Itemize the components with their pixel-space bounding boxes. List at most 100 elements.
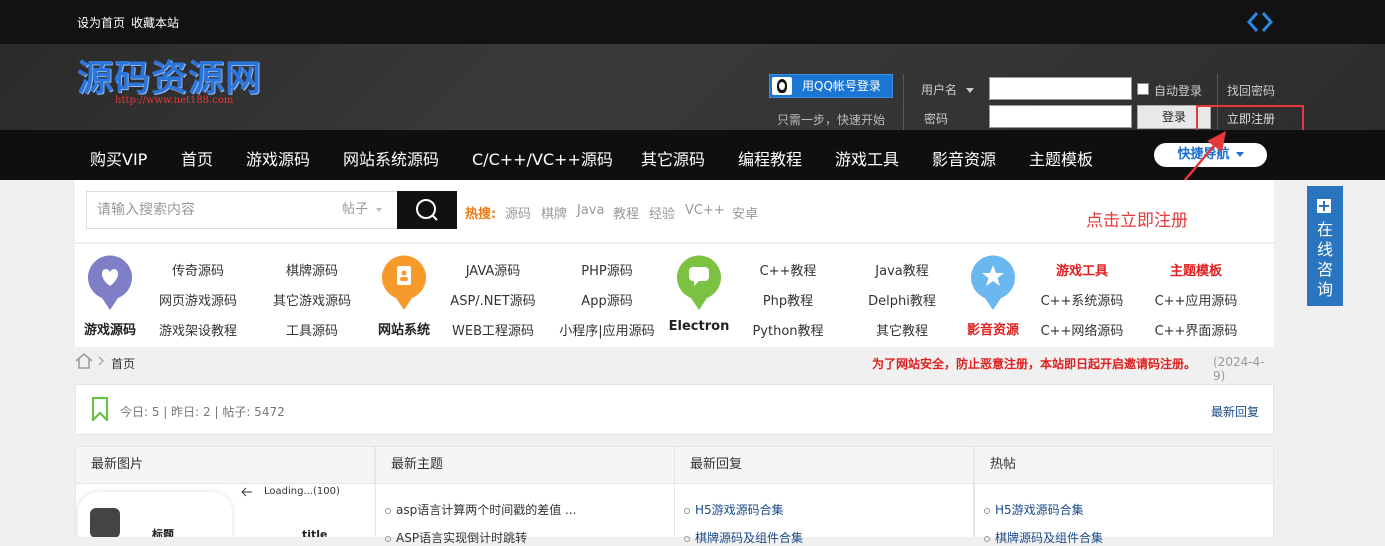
online-consult-button[interactable]: 在线咨询: [1307, 186, 1343, 306]
shirt-icon: [90, 508, 120, 537]
online-consult-label: 在线咨询: [1316, 220, 1333, 299]
column-header-latest-replies: 最新回复: [674, 446, 974, 484]
heart-icon[interactable]: [87, 254, 133, 310]
nav-item-game-source[interactable]: 游戏源码: [246, 146, 310, 170]
category-link[interactable]: ASP/.NET源码: [438, 290, 548, 309]
category-link[interactable]: 游戏架设教程: [143, 320, 253, 339]
username-label[interactable]: 用户名: [921, 81, 974, 98]
list-item[interactable]: H5游戏源码合集: [984, 501, 1084, 518]
category-link[interactable]: JAVA源码: [438, 260, 548, 279]
logo-url: http://www.net188.com: [115, 95, 234, 106]
thumbnail-title: 标题: [152, 528, 174, 537]
column-latest-images: 标题 Loading...(100) title: [75, 484, 376, 537]
nav-item-themes[interactable]: 主题模板: [1029, 146, 1093, 170]
column-header-latest-topics: 最新主题: [375, 446, 675, 484]
thumbnail-card: 标题: [78, 492, 232, 537]
category-link[interactable]: App源码: [552, 290, 662, 309]
hot-word[interactable]: 安卓: [732, 203, 758, 222]
nav-item-website-source[interactable]: 网站系统源码: [343, 146, 439, 170]
site-logo[interactable]: 源码资源网: [77, 49, 262, 101]
category-link[interactable]: Python教程: [733, 320, 843, 339]
chevron-right-icon: [98, 356, 104, 366]
category-panel: 游戏源码 传奇源码 棋牌源码 网页游戏源码 其它游戏源码 游戏架设教程 工具源码…: [75, 243, 1274, 347]
category-link[interactable]: C++教程: [733, 260, 843, 279]
category-link[interactable]: 棋牌源码: [257, 260, 367, 279]
search-input[interactable]: 请输入搜索内容 帖子: [86, 191, 398, 229]
category-link[interactable]: Delphi教程: [847, 290, 957, 309]
header: 源码资源网 http://www.net188.com 用QQ帐号登录 只需一步…: [0, 44, 1385, 138]
breadcrumb: 首页 为了网站安全，防止恶意注册，本站即日起开启邀请码注册。 (2024-4-9…: [75, 350, 1274, 383]
remember-label: 自动登录: [1154, 84, 1203, 98]
qq-login-button[interactable]: 用QQ帐号登录: [769, 74, 893, 98]
hot-word[interactable]: 源码: [505, 203, 531, 222]
qq-icon: [772, 77, 792, 95]
find-password-link[interactable]: 找回密码: [1227, 82, 1275, 99]
latest-image-thumbnail[interactable]: 标题 Loading...(100) title: [76, 484, 376, 537]
bookmark-icon: [91, 397, 109, 421]
chevron-down-icon: [965, 88, 974, 93]
column-hot-posts: H5游戏源码合集 棋牌源码及组件合集: [974, 484, 1274, 545]
nav-item-vip[interactable]: 购买VIP: [90, 146, 147, 170]
category-link[interactable]: 工具源码: [257, 320, 367, 339]
category-link[interactable]: 小程序|应用源码: [552, 320, 662, 339]
category-link[interactable]: C++网络源码: [1027, 320, 1137, 339]
category-media[interactable]: 影音资源: [958, 319, 1028, 338]
star-icon[interactable]: [970, 254, 1016, 310]
forum-stats: 今日: 5 | 昨日: 2 | 帖子: 5472: [120, 405, 285, 419]
code-brackets-icon[interactable]: [1246, 8, 1274, 36]
category-link[interactable]: WEB工程源码: [438, 320, 548, 339]
search-type-select[interactable]: 帖子: [342, 192, 398, 228]
category-game-source[interactable]: 游戏源码: [75, 319, 145, 338]
hot-word[interactable]: Java: [577, 203, 604, 218]
breadcrumb-home[interactable]: 首页: [111, 355, 135, 372]
category-link[interactable]: 主题模板: [1141, 260, 1251, 279]
category-link[interactable]: C++应用源码: [1141, 290, 1251, 309]
stats-panel: 今日: 5 | 昨日: 2 | 帖子: 5472 最新回复: [75, 384, 1274, 435]
nav-item-game-tools[interactable]: 游戏工具: [835, 146, 899, 170]
category-link[interactable]: 传奇源码: [143, 260, 253, 279]
latest-reply-link[interactable]: 最新回复: [1211, 403, 1259, 420]
category-link[interactable]: PHP源码: [552, 260, 662, 279]
plus-icon: [1317, 199, 1331, 213]
remember-checkbox[interactable]: [1137, 83, 1149, 95]
category-link[interactable]: C++系统源码: [1027, 290, 1137, 309]
list-item[interactable]: 棋牌源码及组件合集: [984, 529, 1103, 546]
set-home-link[interactable]: 设为首页: [77, 16, 125, 30]
nav-item-cpp-source[interactable]: C/C++/VC++源码: [472, 146, 613, 170]
hot-word[interactable]: 棋牌: [541, 203, 567, 222]
chat-icon[interactable]: [676, 254, 722, 310]
category-link[interactable]: 其它游戏源码: [257, 290, 367, 309]
hot-search-label: 热搜:: [465, 207, 497, 222]
nav-item-home[interactable]: 首页: [181, 146, 213, 170]
category-link[interactable]: Java教程: [847, 260, 957, 279]
bookmark-link[interactable]: 收藏本站: [131, 16, 179, 30]
column-header-hot-posts: 热帖: [974, 446, 1274, 484]
category-link[interactable]: 游戏工具: [1027, 260, 1137, 279]
hot-word[interactable]: VC++: [685, 203, 725, 218]
nav-item-tutorials[interactable]: 编程教程: [738, 146, 802, 170]
list-item[interactable]: ASP语言实现倒计时跳转: [385, 529, 527, 546]
list-item[interactable]: 棋牌源码及组件合集: [684, 529, 803, 546]
hot-word[interactable]: 教程: [613, 203, 639, 222]
nav-item-other-source[interactable]: 其它源码: [641, 146, 705, 170]
notice-text[interactable]: 为了网站安全，防止恶意注册，本站即日起开启邀请码注册。: [872, 355, 1196, 372]
qq-login-label: 用QQ帐号登录: [802, 79, 881, 93]
list-item[interactable]: H5游戏源码合集: [684, 501, 784, 518]
search-button[interactable]: [397, 191, 457, 229]
column-header-latest-images: 最新图片: [75, 446, 375, 484]
notice-date: (2024-4-9): [1213, 355, 1265, 383]
hot-word[interactable]: 经验: [649, 203, 675, 222]
category-website-system[interactable]: 网站系统: [369, 319, 439, 338]
password-input[interactable]: [989, 105, 1132, 128]
username-input[interactable]: [989, 77, 1132, 100]
category-electron[interactable]: Electron: [664, 319, 734, 334]
category-link[interactable]: C++界面源码: [1141, 320, 1251, 339]
nav-item-media[interactable]: 影音资源: [932, 146, 996, 170]
divider: [903, 74, 904, 130]
list-item[interactable]: asp语言计算两个时间戳的差值 ...: [385, 501, 576, 518]
home-icon[interactable]: [75, 353, 93, 369]
category-link[interactable]: 网页游戏源码: [143, 290, 253, 309]
category-link[interactable]: 其它教程: [847, 320, 957, 339]
category-link[interactable]: Php教程: [733, 290, 843, 309]
address-book-icon[interactable]: [381, 254, 427, 310]
